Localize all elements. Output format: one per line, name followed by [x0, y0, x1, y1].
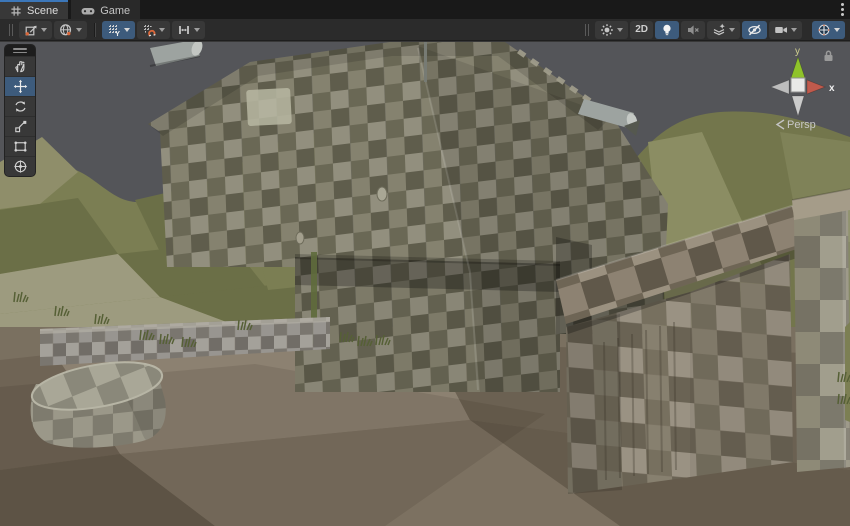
- lock-icon[interactable]: [822, 49, 835, 63]
- effects-star-icon: [712, 23, 726, 37]
- axis-y-label: y: [795, 46, 800, 57]
- axis-y-cone[interactable]: [791, 57, 805, 78]
- transform-icon: [13, 159, 28, 174]
- projection-toggle[interactable]: Persp: [777, 119, 816, 131]
- axis-x-cone[interactable]: [807, 80, 825, 94]
- axis-y-neg-cone[interactable]: [792, 96, 804, 116]
- pivot-icon: [24, 23, 38, 37]
- tool-palette: [4, 44, 36, 177]
- scale-icon: [13, 119, 28, 134]
- snap-move-icon: [177, 23, 191, 37]
- mode-2d-label: 2D: [635, 24, 648, 35]
- hand-icon: [13, 59, 28, 74]
- kebab-menu-icon[interactable]: [840, 3, 844, 16]
- dropdown-caret: [159, 28, 165, 32]
- svg-text:Y: Y: [115, 29, 120, 37]
- overlay-drag-handle[interactable]: [9, 24, 13, 36]
- scene-audio-button[interactable]: [681, 21, 705, 39]
- snap-increment-button[interactable]: [172, 21, 205, 39]
- axis-z-cone[interactable]: [771, 80, 789, 94]
- wall-peg: [377, 187, 387, 201]
- move-tool-button[interactable]: [5, 76, 35, 96]
- grid-icon: [10, 5, 22, 17]
- dropdown-caret: [617, 28, 623, 32]
- sun-icon: [600, 23, 614, 37]
- effects-button[interactable]: [707, 21, 740, 39]
- dropdown-caret: [194, 28, 200, 32]
- axis-x-label: x: [829, 83, 835, 94]
- rect-icon: [13, 139, 28, 154]
- eye-slash-icon: [747, 23, 762, 37]
- grid-snapping-button[interactable]: [137, 21, 170, 39]
- rotate-tool-button[interactable]: [5, 96, 35, 116]
- transform-tool-button[interactable]: [5, 156, 35, 176]
- scene-toolbar: Y: [0, 19, 850, 41]
- tab-scene-label: Scene: [27, 5, 58, 17]
- scale-tool-button[interactable]: [5, 116, 35, 136]
- grid-magnet-icon: [142, 23, 156, 37]
- tab-game-label: Game: [100, 5, 130, 17]
- dropdown-caret: [729, 28, 735, 32]
- speaker-muted-icon: [686, 23, 700, 37]
- camera-settings-button[interactable]: [769, 21, 802, 39]
- tab-game[interactable]: Game: [71, 0, 140, 19]
- roof-rod: [424, 42, 427, 82]
- toolbar-right-cluster: 2D: [581, 21, 845, 39]
- tool-handle-rotation-button[interactable]: [54, 21, 87, 39]
- gamepad-icon: [81, 5, 95, 17]
- gizmo-center-cube[interactable]: [791, 78, 805, 92]
- dropdown-caret: [76, 28, 82, 32]
- scene-viewport[interactable]: y x Persp: [0, 42, 850, 526]
- toolbar-left-cluster: Y: [5, 21, 205, 39]
- camera-icon: [774, 23, 788, 37]
- tab-scene[interactable]: Scene: [0, 0, 68, 19]
- tool-handle-position-button[interactable]: [19, 21, 52, 39]
- gizmo-sphere-icon: [817, 23, 831, 37]
- draw-mode-button[interactable]: [595, 21, 628, 39]
- dropdown-caret: [834, 28, 840, 32]
- grid-visibility-button[interactable]: Y: [102, 21, 135, 39]
- grid-axis-y-icon: Y: [107, 23, 121, 37]
- view-tool-button[interactable]: [5, 56, 35, 76]
- dropdown-caret: [124, 28, 130, 32]
- move-icon: [13, 79, 28, 94]
- dropdown-caret: [41, 28, 47, 32]
- tab-bar: Scene Game: [0, 0, 850, 19]
- scene-visibility-button[interactable]: [742, 21, 767, 39]
- scene-lighting-button[interactable]: [655, 21, 679, 39]
- projection-label: Persp: [787, 119, 816, 131]
- wall-peg: [296, 232, 304, 244]
- toolbar-separator: [94, 23, 95, 37]
- rotate-icon: [13, 99, 28, 114]
- palette-drag-handle[interactable]: [5, 45, 35, 56]
- rect-tool-button[interactable]: [5, 136, 35, 156]
- gizmos-toggle-button[interactable]: [812, 21, 845, 39]
- dropdown-caret: [791, 28, 797, 32]
- globe-icon: [59, 23, 73, 37]
- mode-2d-button[interactable]: 2D: [630, 21, 653, 39]
- lightbulb-icon: [660, 23, 674, 37]
- pale-wall-patch: [246, 88, 292, 126]
- scene-render: [0, 42, 850, 526]
- checkered-pillar[interactable]: [792, 189, 850, 472]
- overlay-drag-handle[interactable]: [585, 24, 589, 36]
